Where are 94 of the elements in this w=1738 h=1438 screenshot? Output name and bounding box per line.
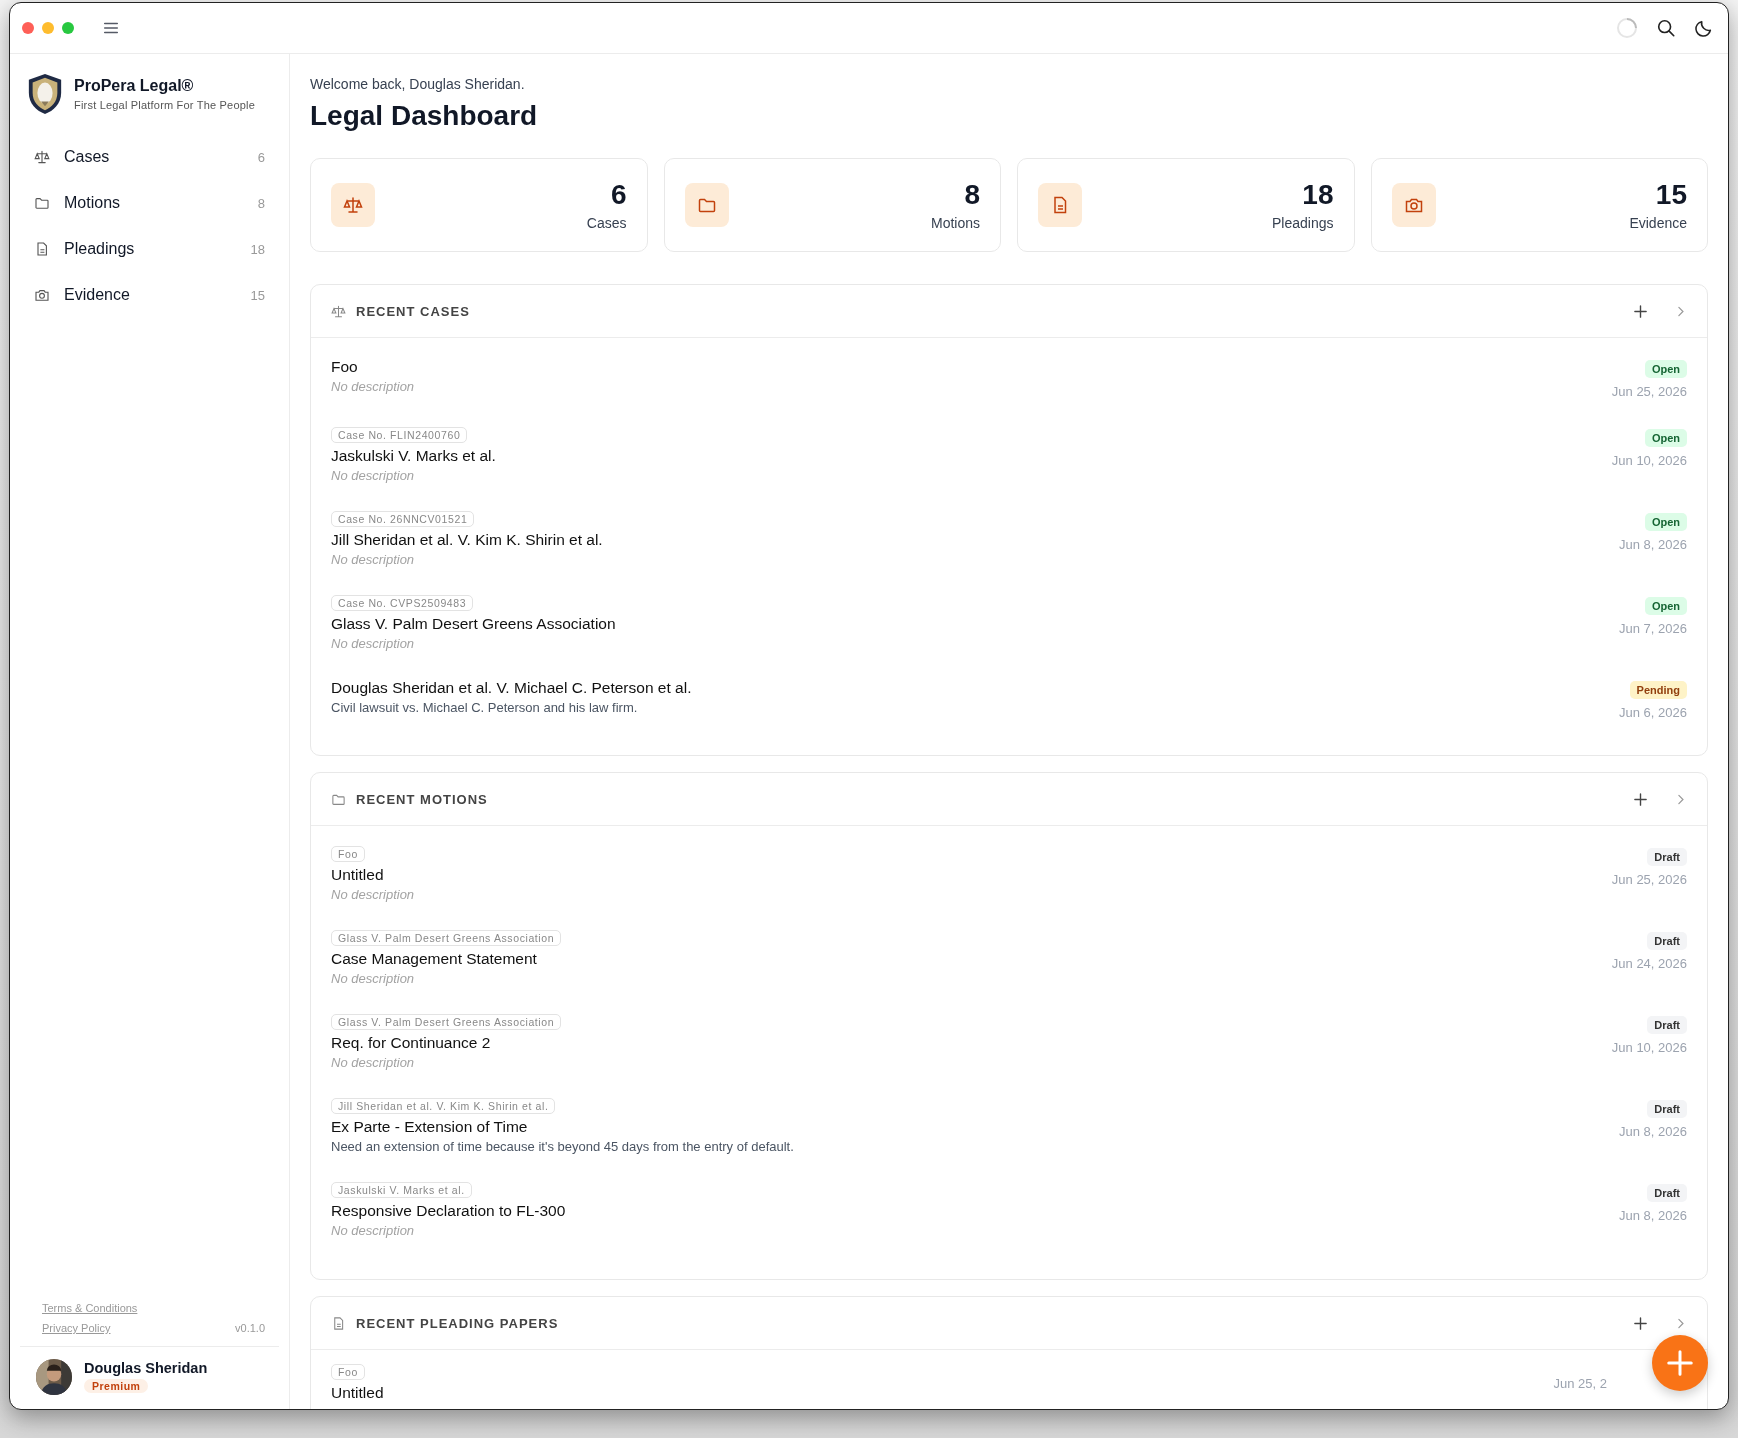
stat-value: 8 xyxy=(963,179,980,211)
case-tag: Glass V. Palm Desert Greens Association xyxy=(331,1014,562,1030)
sidebar-item[interactable]: Motions 8 xyxy=(24,180,275,226)
status-badge: Open xyxy=(1644,360,1687,378)
add-icon[interactable] xyxy=(1633,303,1648,319)
sidebar-item[interactable]: Pleadings 18 xyxy=(24,226,275,272)
item-date: Jun 10, 2026 xyxy=(1611,1040,1687,1055)
item-description: Civil lawsuit vs. Michael C. Peterson and his law firm. xyxy=(331,700,638,715)
stat-label: Evidence xyxy=(1628,215,1687,231)
camera-icon xyxy=(34,287,50,303)
item-description: No description xyxy=(331,1055,415,1070)
item-title[interactable]: Foo xyxy=(331,358,358,376)
status-badge: Draft xyxy=(1647,932,1687,950)
item-title[interactable]: Douglas Sheridan et al. V. Michael C. Peterson et al. xyxy=(331,679,692,697)
item-description: Need an extension of time because it's beyond 45 days from the entry of default. xyxy=(331,1139,794,1154)
status-badge: Draft xyxy=(1647,1100,1687,1118)
case-tag: Jaskulski V. Marks et al. xyxy=(331,1182,472,1198)
moon-icon[interactable] xyxy=(1694,18,1714,38)
status-badge: Pending xyxy=(1629,681,1687,699)
item-title[interactable]: Untitled xyxy=(331,1384,384,1402)
stat-value: 15 xyxy=(1654,179,1687,211)
item-count: 8 xyxy=(257,195,265,211)
welcome-text: Welcome back, Douglas Sheridan. xyxy=(310,76,526,92)
status-badge: Open xyxy=(1644,429,1687,447)
item-title[interactable]: Case Management Statement xyxy=(331,950,537,968)
section-title: RECENT CASES xyxy=(356,303,470,319)
plan-badge: Premium xyxy=(84,1379,149,1393)
status-badge: Open xyxy=(1644,597,1687,615)
status-badge: Open xyxy=(1644,513,1687,531)
scale-icon xyxy=(331,303,346,319)
app-tagline: First Legal Platform For The People xyxy=(74,99,256,111)
status-badge: Draft xyxy=(1647,1184,1687,1202)
add-icon[interactable] xyxy=(1633,791,1648,807)
document-icon xyxy=(331,1315,346,1331)
close-window-button[interactable] xyxy=(22,22,34,34)
folder-icon xyxy=(34,195,50,211)
item-description: No description xyxy=(331,887,415,902)
case-tag: Case No. FLIN2400760 xyxy=(331,427,468,443)
loading-spinner-icon xyxy=(1616,17,1638,39)
item-date: Jun 10, 2026 xyxy=(1611,453,1687,468)
case-tag: Case No. CVPS2509483 xyxy=(331,595,474,611)
stat-value: 6 xyxy=(609,179,627,211)
case-tag: Glass V. Palm Desert Greens Association xyxy=(331,930,562,946)
item-date: Jun 25, 2 xyxy=(1553,1376,1607,1391)
sidebar-item[interactable]: Evidence 15 xyxy=(24,272,275,318)
item-count: 6 xyxy=(257,149,265,165)
minimize-window-button[interactable] xyxy=(42,22,54,34)
maximize-window-button[interactable] xyxy=(62,22,74,34)
page-title: Legal Dashboard xyxy=(310,100,539,132)
item-date: Jun 8, 2026 xyxy=(1619,537,1687,552)
add-icon[interactable] xyxy=(1633,1315,1648,1331)
item-count: 15 xyxy=(250,287,265,303)
item-description: No description xyxy=(331,379,415,394)
version-label: v0.1.0 xyxy=(235,1322,265,1334)
item-title[interactable]: Req. for Continuance 2 xyxy=(331,1034,491,1052)
case-tag: Case No. 26NNCV01521 xyxy=(331,511,475,527)
item-description: No description xyxy=(331,971,415,986)
status-badge: Draft xyxy=(1647,1016,1687,1034)
stat-label: Motions xyxy=(929,215,980,231)
item-title[interactable]: Ex Parte - Extension of Time xyxy=(331,1118,528,1136)
user-name: Douglas Sheridan xyxy=(84,1360,208,1376)
plus-icon xyxy=(1665,1348,1695,1378)
sidebar-item[interactable]: Cases 6 xyxy=(24,134,275,180)
status-badge: Draft xyxy=(1647,848,1687,866)
app-name: ProPera Legal® xyxy=(74,77,195,95)
item-date: Jun 25, 2026 xyxy=(1611,872,1687,887)
item-title[interactable]: Jaskulski V. Marks et al. xyxy=(331,447,496,465)
case-tag: Foo xyxy=(331,1364,365,1380)
item-title[interactable]: Glass V. Palm Desert Greens Association xyxy=(331,615,616,633)
item-date: Jun 7, 2026 xyxy=(1619,621,1687,636)
item-title[interactable]: Jill Sheridan et al. V. Kim K. Shirin et al. xyxy=(331,531,603,549)
section-title: RECENT MOTIONS xyxy=(356,791,488,807)
stat-label: Pleadings xyxy=(1271,215,1334,231)
stat-value: 18 xyxy=(1301,179,1334,211)
item-count: 18 xyxy=(250,241,265,257)
item-date: Jun 24, 2026 xyxy=(1611,956,1687,971)
search-icon[interactable] xyxy=(1656,18,1676,38)
scale-icon xyxy=(34,149,50,165)
item-description: No description xyxy=(331,1223,415,1238)
case-tag: Foo xyxy=(331,846,365,862)
item-date: Jun 8, 2026 xyxy=(1619,1124,1687,1139)
item-description: No description xyxy=(331,468,415,483)
item-date: Jun 25, 2026 xyxy=(1611,384,1687,399)
item-title[interactable]: Untitled xyxy=(331,866,384,884)
document-icon xyxy=(34,241,50,257)
case-tag: Jill Sheridan et al. V. Kim K. Shirin et al. xyxy=(331,1098,556,1114)
stat-label: Cases xyxy=(585,215,627,231)
item-title[interactable]: Responsive Declaration to FL-300 xyxy=(331,1202,566,1220)
item-description: No description xyxy=(331,552,415,567)
item-description: No description xyxy=(331,636,415,651)
section-title: RECENT PLEADING PAPERS xyxy=(356,1315,559,1331)
scale-icon xyxy=(343,195,363,215)
item-date: Jun 6, 2026 xyxy=(1619,705,1687,720)
item-date: Jun 8, 2026 xyxy=(1619,1208,1687,1223)
